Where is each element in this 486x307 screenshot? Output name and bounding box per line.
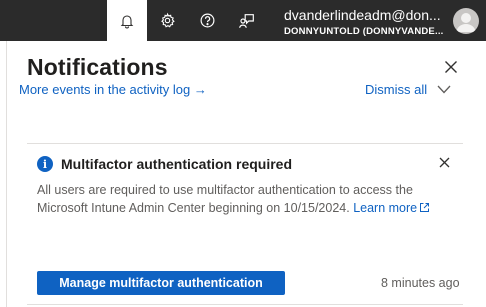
account-tenant: DONNYUNTOLD (DONNYVANDE...: [284, 26, 444, 37]
close-panel-button[interactable]: [440, 58, 462, 80]
learn-more-link[interactable]: Learn more: [353, 201, 430, 215]
notifications-button[interactable]: [107, 0, 147, 41]
learn-more-label: Learn more: [353, 201, 418, 215]
notification-body: All users are required to use multifacto…: [37, 181, 465, 218]
bell-icon: [119, 13, 135, 29]
notification-title: Multifactor authentication required: [61, 156, 293, 172]
info-icon: i: [37, 156, 53, 172]
question-icon: [199, 12, 216, 29]
chevron-down-icon: [437, 82, 451, 97]
close-icon: [444, 60, 458, 79]
activity-log-link[interactable]: More events in the activity log →: [19, 82, 207, 97]
user-icon: [456, 13, 476, 32]
settings-button[interactable]: [147, 0, 187, 41]
notification-card: i Multifactor authentication required Al…: [27, 144, 465, 295]
feedback-button[interactable]: [227, 0, 267, 41]
manage-mfa-button[interactable]: Manage multifactor authentication: [37, 271, 285, 295]
dismiss-notification-button[interactable]: [435, 155, 453, 173]
avatar[interactable]: [453, 8, 479, 34]
feedback-icon: [238, 12, 256, 30]
dismiss-all-label: Dismiss all: [365, 82, 428, 97]
notification-time: 8 minutes ago: [381, 276, 460, 290]
top-bar: dvanderlindeadm@don... DONNYUNTOLD (DONN…: [0, 0, 486, 41]
external-link-icon: [419, 200, 430, 218]
dismiss-all-button[interactable]: Dismiss all: [365, 82, 451, 97]
background-page-edge: [0, 41, 7, 307]
divider: [27, 304, 463, 305]
close-icon: [439, 155, 450, 173]
panel-title: Notifications: [27, 54, 168, 80]
account-email: dvanderlindeadm@don...: [284, 7, 441, 23]
account-menu[interactable]: dvanderlindeadm@don... DONNYUNTOLD (DONN…: [284, 6, 450, 38]
gear-icon: [159, 12, 176, 29]
help-button[interactable]: [187, 0, 227, 41]
